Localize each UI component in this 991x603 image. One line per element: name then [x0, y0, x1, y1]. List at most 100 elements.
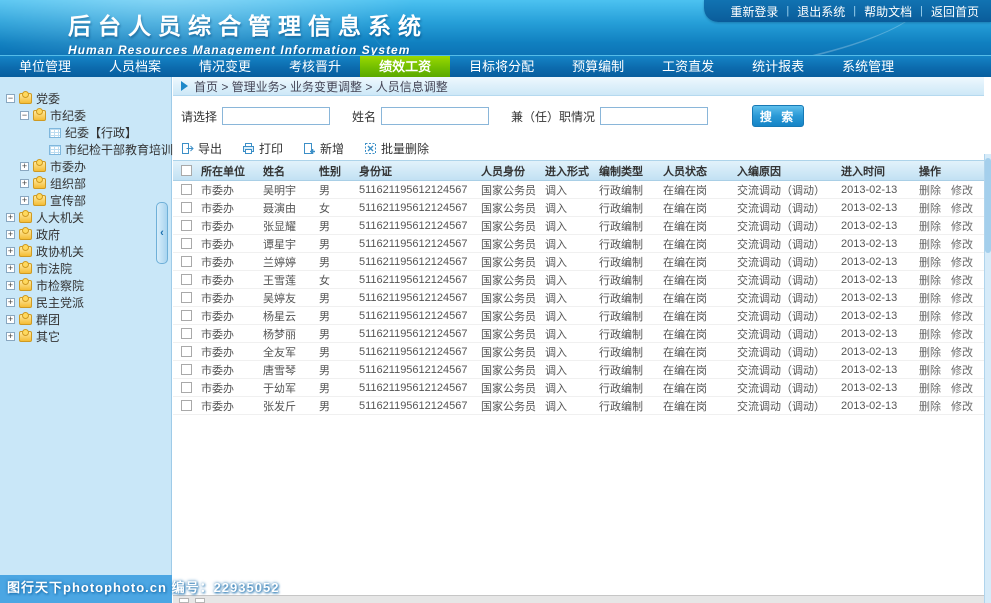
tree-item-label[interactable]: 市检察院	[36, 277, 84, 294]
batch-delete-button[interactable]: 批量删除	[364, 140, 429, 157]
tree-item-label[interactable]: 市纪委	[50, 107, 86, 124]
delete-link[interactable]: 删除	[919, 401, 941, 413]
tree-item-label[interactable]: 政协机关	[36, 243, 84, 260]
tree-item[interactable]: + 组织部	[0, 175, 171, 192]
select-filter-input[interactable]	[222, 107, 330, 125]
tree-item[interactable]: + 民主党派	[0, 294, 171, 311]
edit-link[interactable]: 修改	[951, 329, 973, 341]
delete-link[interactable]: 删除	[919, 365, 941, 377]
edit-link[interactable]: 修改	[951, 365, 973, 377]
delete-link[interactable]: 删除	[919, 185, 941, 197]
delete-link[interactable]: 删除	[919, 347, 941, 359]
tree-item-label[interactable]: 组织部	[50, 175, 86, 192]
tree-item-label[interactable]: 党委	[36, 90, 60, 107]
row-checkbox[interactable]	[181, 292, 192, 303]
delete-link[interactable]: 删除	[919, 329, 941, 341]
delete-link[interactable]: 删除	[919, 311, 941, 323]
delete-link[interactable]: 删除	[919, 239, 941, 251]
delete-link[interactable]: 删除	[919, 203, 941, 215]
row-checkbox[interactable]	[181, 238, 192, 249]
tree-item[interactable]: + 群团	[0, 311, 171, 328]
edit-link[interactable]: 修改	[951, 185, 973, 197]
nav-item-6[interactable]: 预算编制	[553, 56, 643, 77]
tree-item[interactable]: + 政协机关	[0, 243, 171, 260]
nav-item-7[interactable]: 工资直发	[643, 56, 733, 77]
expand-toggle-icon[interactable]: +	[6, 264, 15, 273]
nav-item-0[interactable]: 单位管理	[0, 56, 90, 77]
job-filter-input[interactable]	[600, 107, 708, 125]
tree-item-label[interactable]: 其它	[36, 328, 60, 345]
search-button[interactable]: 搜 索	[752, 105, 804, 127]
add-button[interactable]: 新增	[303, 140, 344, 157]
tree-item[interactable]: + 市检察院	[0, 277, 171, 294]
nav-item-4[interactable]: 绩效工资	[360, 56, 450, 77]
top-link-3[interactable]: 返回首页	[931, 3, 979, 20]
nav-item-3[interactable]: 考核晋升	[270, 56, 360, 77]
tree-item[interactable]: + 宣传部	[0, 192, 171, 209]
tree-item-label[interactable]: 政府	[36, 226, 60, 243]
tree-item[interactable]: + 市委办	[0, 158, 171, 175]
expand-toggle-icon[interactable]: +	[6, 213, 15, 222]
nav-item-9[interactable]: 系统管理	[823, 56, 913, 77]
delete-link[interactable]: 删除	[919, 221, 941, 233]
tree-item-label[interactable]: 市委办	[50, 158, 86, 175]
row-checkbox[interactable]	[181, 202, 192, 213]
tree-item-label[interactable]: 宣传部	[50, 192, 86, 209]
expand-toggle-icon[interactable]: +	[6, 332, 15, 341]
tree-item[interactable]: + 政府	[0, 226, 171, 243]
tree-item[interactable]: +市法院	[0, 260, 171, 277]
edit-link[interactable]: 修改	[951, 221, 973, 233]
nav-item-1[interactable]: 人员档案	[90, 56, 180, 77]
edit-link[interactable]: 修改	[951, 293, 973, 305]
row-checkbox[interactable]	[181, 328, 192, 339]
row-checkbox[interactable]	[181, 256, 192, 267]
collapse-toggle-icon[interactable]: −	[20, 111, 29, 120]
expand-toggle-icon[interactable]: +	[20, 162, 29, 171]
row-checkbox[interactable]	[181, 346, 192, 357]
print-button[interactable]: 打印	[242, 140, 283, 157]
row-checkbox[interactable]	[181, 364, 192, 375]
row-checkbox[interactable]	[181, 310, 192, 321]
delete-link[interactable]: 删除	[919, 275, 941, 287]
name-filter-input[interactable]	[381, 107, 489, 125]
row-checkbox[interactable]	[181, 382, 192, 393]
tree-item[interactable]: − 党委	[0, 90, 171, 107]
edit-link[interactable]: 修改	[951, 347, 973, 359]
tree-item[interactable]: 纪委【行政】	[0, 124, 171, 141]
tree-item-label[interactable]: 人大机关	[36, 209, 84, 226]
nav-item-8[interactable]: 统计报表	[733, 56, 823, 77]
edit-link[interactable]: 修改	[951, 239, 973, 251]
expand-toggle-icon[interactable]: +	[6, 230, 15, 239]
collapse-toggle-icon[interactable]: −	[6, 94, 15, 103]
top-link-2[interactable]: 帮助文档	[864, 3, 912, 20]
scrollbar-thumb[interactable]	[985, 158, 991, 253]
row-checkbox[interactable]	[181, 184, 192, 195]
sidebar-collapse-handle[interactable]: ‹	[156, 202, 168, 264]
tree-item-label[interactable]: 纪委【行政】	[65, 124, 137, 141]
expand-toggle-icon[interactable]: +	[20, 179, 29, 188]
vertical-scrollbar[interactable]	[984, 154, 991, 603]
expand-toggle-icon[interactable]: +	[6, 298, 15, 307]
tree-item-label[interactable]: 民主党派	[36, 294, 84, 311]
expand-toggle-icon[interactable]: +	[6, 315, 15, 324]
tree-item[interactable]: 市纪检干部教育培训中心	[0, 141, 171, 158]
tree-item[interactable]: + 其它	[0, 328, 171, 345]
expand-toggle-icon[interactable]: +	[6, 247, 15, 256]
edit-link[interactable]: 修改	[951, 311, 973, 323]
edit-link[interactable]: 修改	[951, 275, 973, 287]
edit-link[interactable]: 修改	[951, 257, 973, 269]
expand-toggle-icon[interactable]: +	[20, 196, 29, 205]
tree-item-label[interactable]: 群团	[36, 311, 60, 328]
row-checkbox[interactable]	[181, 274, 192, 285]
top-link-1[interactable]: 退出系统	[797, 3, 845, 20]
export-button[interactable]: 导出	[181, 140, 222, 157]
row-checkbox[interactable]	[181, 400, 192, 411]
edit-link[interactable]: 修改	[951, 401, 973, 413]
delete-link[interactable]: 删除	[919, 383, 941, 395]
expand-toggle-icon[interactable]: +	[6, 281, 15, 290]
delete-link[interactable]: 删除	[919, 293, 941, 305]
nav-item-2[interactable]: 情况变更	[180, 56, 270, 77]
top-link-0[interactable]: 重新登录	[730, 3, 778, 20]
nav-item-5[interactable]: 目标将分配	[450, 56, 553, 77]
edit-link[interactable]: 修改	[951, 383, 973, 395]
